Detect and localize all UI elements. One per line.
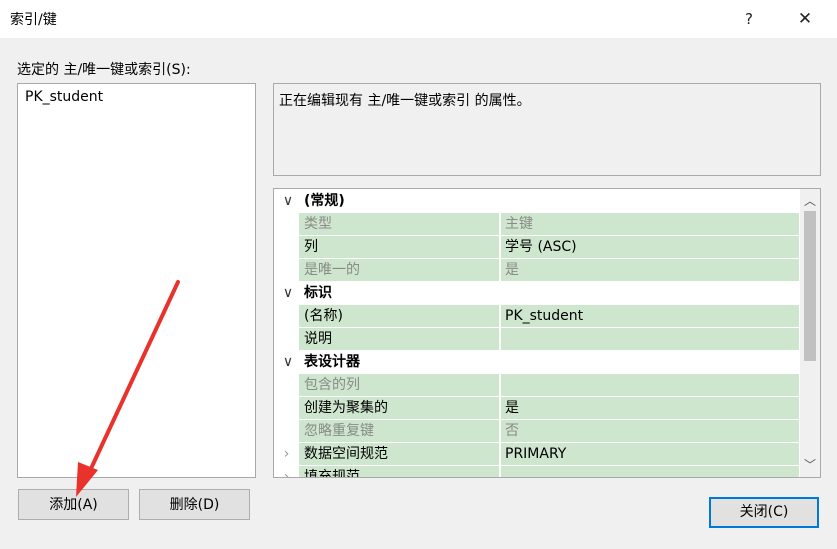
chevron-down-icon[interactable]: ∨ bbox=[280, 190, 296, 213]
list-item[interactable]: PK_student bbox=[25, 89, 103, 105]
row-gutter bbox=[274, 259, 299, 282]
scroll-up-icon[interactable]: ︿ bbox=[800, 191, 820, 211]
row-gutter bbox=[274, 236, 299, 259]
row-gutter bbox=[274, 213, 299, 236]
property-row[interactable]: 忽略重复键否 bbox=[274, 420, 799, 443]
property-name: 包含的列 bbox=[299, 374, 499, 397]
property-name: 创建为聚集的 bbox=[299, 397, 499, 420]
property-value[interactable] bbox=[500, 328, 799, 351]
index-list[interactable]: PK_student bbox=[17, 83, 256, 478]
property-row[interactable]: 创建为聚集的是 bbox=[274, 397, 799, 420]
property-row[interactable]: 类型 主键 bbox=[274, 213, 799, 236]
property-row[interactable]: (名称) PK_student bbox=[274, 305, 799, 328]
delete-button[interactable]: 删除(D) bbox=[139, 489, 250, 520]
category-row[interactable]: ∨ (常规) bbox=[274, 190, 799, 213]
property-name: 忽略重复键 bbox=[299, 420, 499, 443]
property-row[interactable]: 说明 bbox=[274, 328, 799, 351]
chevron-down-icon[interactable]: ∨ bbox=[280, 351, 296, 374]
category-label: 表设计器 bbox=[304, 354, 360, 370]
property-value[interactable]: PK_student bbox=[500, 305, 799, 328]
property-row[interactable]: › 数据空间规范 PRIMARY bbox=[274, 443, 799, 466]
title-bar: 索引/键 ? ✕ bbox=[0, 0, 837, 38]
property-name: 类型 bbox=[299, 213, 499, 236]
property-row[interactable]: 列学号 (ASC) bbox=[274, 236, 799, 259]
chevron-down-icon[interactable]: ∨ bbox=[280, 282, 296, 305]
property-name: 说明 bbox=[299, 328, 499, 351]
close-button[interactable]: 关闭(C) bbox=[709, 497, 819, 528]
row-gutter bbox=[274, 374, 299, 397]
property-grid[interactable]: ∨ (常规) 类型 主键列学号 (ASC) 是唯一的是 ∨ 标识 (名称) PK_student… bbox=[273, 188, 821, 478]
row-gutter bbox=[274, 328, 299, 351]
scroll-down-icon[interactable]: ﹀ bbox=[800, 455, 820, 475]
property-rows: ∨ (常规) 类型 主键列学号 (ASC) 是唯一的是 ∨ 标识 (名称) PK_student… bbox=[274, 190, 799, 477]
property-name: 列 bbox=[299, 236, 499, 259]
property-value: 是 bbox=[500, 259, 799, 282]
index-list-label: 选定的 主/唯一键或索引(S): bbox=[17, 62, 191, 78]
category-label: (常规) bbox=[304, 193, 345, 209]
add-button[interactable]: 添加(A) bbox=[18, 489, 129, 520]
property-name: 数据空间规范 bbox=[299, 443, 499, 466]
window-title: 索引/键 bbox=[10, 12, 57, 28]
help-button[interactable]: ? bbox=[726, 0, 772, 38]
description-text: 正在编辑现有 主/唯一键或索引 的属性。 bbox=[279, 93, 531, 109]
property-scrollbar[interactable]: ︿ ﹀ bbox=[800, 189, 820, 477]
close-window-button[interactable]: ✕ bbox=[782, 0, 828, 38]
property-value[interactable]: 学号 (ASC) bbox=[500, 236, 799, 259]
property-value[interactable]: 是 bbox=[500, 397, 799, 420]
chevron-right-icon[interactable]: › bbox=[274, 443, 299, 466]
category-label: 标识 bbox=[304, 285, 332, 301]
description-box: 正在编辑现有 主/唯一键或索引 的属性。 bbox=[273, 83, 821, 176]
category-row[interactable]: ∨ 表设计器 bbox=[274, 351, 799, 374]
row-gutter bbox=[274, 397, 299, 420]
property-name: (名称) bbox=[299, 305, 499, 328]
property-value[interactable] bbox=[500, 466, 799, 477]
property-row[interactable]: › 填充规范 bbox=[274, 466, 799, 477]
property-row[interactable]: 是唯一的是 bbox=[274, 259, 799, 282]
property-value: 主键 bbox=[500, 213, 799, 236]
category-row[interactable]: ∨ 标识 bbox=[274, 282, 799, 305]
property-value bbox=[500, 374, 799, 397]
property-name: 填充规范 bbox=[299, 466, 499, 477]
property-row[interactable]: 包含的列 bbox=[274, 374, 799, 397]
row-gutter bbox=[274, 420, 299, 443]
property-name: 是唯一的 bbox=[299, 259, 499, 282]
property-value: 否 bbox=[500, 420, 799, 443]
scroll-thumb[interactable] bbox=[804, 211, 816, 361]
chevron-right-icon[interactable]: › bbox=[274, 466, 299, 477]
property-value[interactable]: PRIMARY bbox=[500, 443, 799, 466]
row-gutter bbox=[274, 305, 299, 328]
